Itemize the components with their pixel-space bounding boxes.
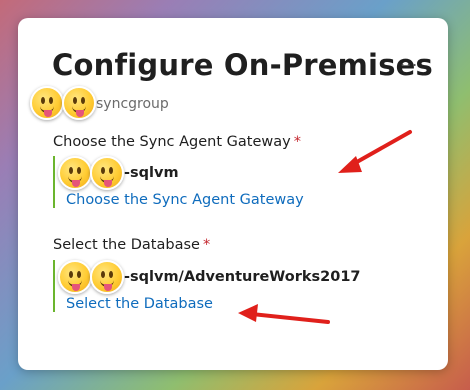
database-field-label: Select the Database *: [53, 237, 210, 253]
panel-title: Configure On-Premises: [52, 48, 433, 82]
choose-gateway-link[interactable]: Choose the Sync Agent Gateway: [66, 192, 304, 208]
gateway-label-text: Choose the Sync Agent Gateway: [53, 134, 291, 150]
tongue-out-emoji-icon: [90, 156, 124, 190]
tongue-out-emoji-icon: [62, 86, 96, 120]
database-field: -sqlvm/AdventureWorks2017 Select the Dat…: [53, 260, 361, 312]
panel-subtitle: syncgroup: [30, 86, 169, 120]
database-value-row: -sqlvm/AdventureWorks2017: [58, 260, 361, 294]
database-value: -sqlvm/AdventureWorks2017: [124, 269, 361, 285]
tongue-out-emoji-icon: [30, 86, 64, 120]
gateway-field-label: Choose the Sync Agent Gateway *: [53, 134, 301, 150]
tongue-out-emoji-icon: [58, 156, 92, 190]
subtitle-text: syncgroup: [96, 96, 169, 112]
tongue-out-emoji-icon: [58, 260, 92, 294]
more-options-button[interactable]: ...: [400, 51, 418, 70]
database-label-text: Select the Database: [53, 237, 200, 253]
select-database-link[interactable]: Select the Database: [66, 296, 361, 312]
gateway-value-row: -sqlvm: [58, 156, 304, 190]
configure-on-premises-panel: Configure On-Premises ... syncgroup Choo…: [18, 18, 448, 370]
gateway-value: -sqlvm: [124, 165, 179, 181]
required-marker: *: [293, 134, 301, 150]
gateway-field: -sqlvm Choose the Sync Agent Gateway: [53, 156, 304, 208]
required-marker: *: [202, 237, 211, 253]
tongue-out-emoji-icon: [90, 260, 124, 294]
